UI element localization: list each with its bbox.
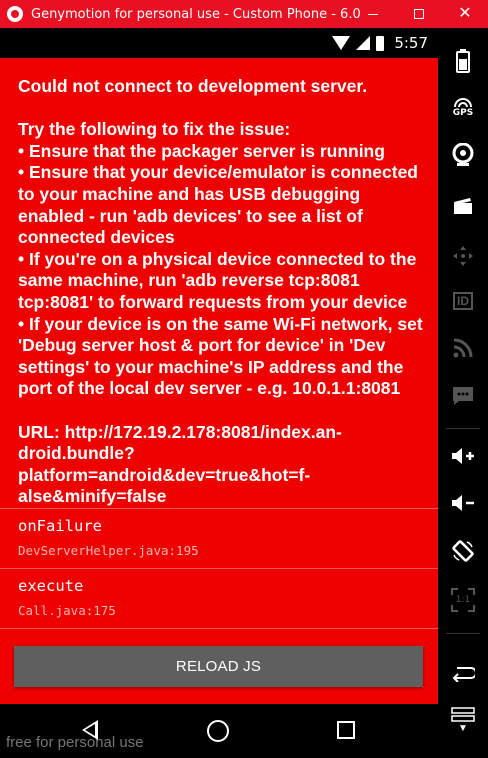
- stack-frame-method: onFailure: [18, 517, 102, 535]
- maximize-icon: [414, 9, 424, 19]
- stack-frame-file: Call.java:175: [18, 603, 116, 618]
- toolbar-divider: [446, 428, 480, 429]
- status-time: 5:57: [394, 34, 428, 52]
- camera-widget-button[interactable]: [438, 135, 488, 175]
- redbox-error-screen: Could not connect to development server.…: [0, 58, 438, 704]
- personal-use-watermark: free for personal use: [6, 734, 144, 751]
- status-icons: 5:57: [332, 34, 428, 52]
- window-title-bar[interactable]: Genymotion for personal use - Custom Pho…: [0, 0, 488, 28]
- pixel-perfect-button[interactable]: 1:1: [438, 580, 488, 620]
- genymotion-logo-icon: [7, 6, 23, 22]
- minimize-button[interactable]: [350, 0, 396, 28]
- window-title: Genymotion for personal use - Custom Pho…: [31, 6, 361, 22]
- error-message: Could not connect to development server.…: [18, 76, 423, 507]
- remote-control-widget-button[interactable]: [438, 236, 488, 276]
- reload-js-button[interactable]: RELOAD JS: [14, 646, 423, 687]
- device-id-widget-button[interactable]: ID: [438, 281, 488, 321]
- rotate-button[interactable]: [438, 531, 488, 571]
- volume-down-button[interactable]: [438, 483, 488, 523]
- stack-frame-onfailure[interactable]: onFailure DevServerHelper.java:195: [0, 508, 438, 568]
- stack-frame-method: execute: [18, 577, 84, 595]
- genymotion-toolbar: GPS ID 1:1 ▼: [438, 28, 488, 758]
- stack-frame-execute[interactable]: execute Call.java:175: [0, 568, 438, 628]
- recent-apps-icon[interactable]: [337, 721, 355, 739]
- android-status-bar: 5:57: [0, 28, 438, 58]
- volume-up-icon: [452, 448, 474, 464]
- maximize-button[interactable]: [396, 0, 442, 28]
- minimize-icon: [368, 13, 378, 15]
- gps-signal-icon: [454, 98, 472, 108]
- message-icon: [453, 387, 473, 405]
- rss-network-icon: [453, 338, 473, 358]
- rotate-icon: [452, 540, 474, 562]
- menu-icon: [451, 706, 475, 722]
- chevron-down-icon: ▼: [458, 722, 468, 734]
- clapperboard-icon: [454, 198, 472, 214]
- battery-widget-button[interactable]: [438, 41, 488, 81]
- stack-frame-file: DevServerHelper.java:195: [18, 543, 199, 558]
- device-id-icon: ID: [453, 292, 473, 310]
- android-nav-bar: free for personal use: [0, 704, 438, 758]
- sms-widget-button[interactable]: [438, 376, 488, 416]
- webcam-icon: [452, 143, 474, 166]
- dpad-icon: [453, 246, 473, 266]
- close-icon: ✕: [458, 5, 472, 22]
- volume-down-icon: [452, 495, 474, 511]
- battery-widget-icon: [456, 49, 470, 73]
- volume-up-button[interactable]: [438, 436, 488, 476]
- battery-icon: [376, 35, 385, 51]
- android-back-button[interactable]: [438, 654, 488, 694]
- fullscreen-corners-icon: [451, 588, 475, 612]
- wifi-icon: [332, 36, 351, 50]
- return-arrow-icon: [452, 667, 475, 682]
- screencast-widget-button[interactable]: [438, 186, 488, 226]
- cellular-signal-icon: [356, 36, 371, 50]
- toolbar-divider: [446, 633, 480, 634]
- android-menu-button[interactable]: ▼: [438, 700, 488, 740]
- gps-widget-button[interactable]: GPS: [438, 88, 488, 128]
- close-button[interactable]: ✕: [442, 0, 488, 28]
- gps-label: GPS: [452, 108, 474, 118]
- home-icon[interactable]: [207, 720, 229, 742]
- network-widget-button[interactable]: [438, 328, 488, 368]
- stack-divider: [0, 628, 438, 629]
